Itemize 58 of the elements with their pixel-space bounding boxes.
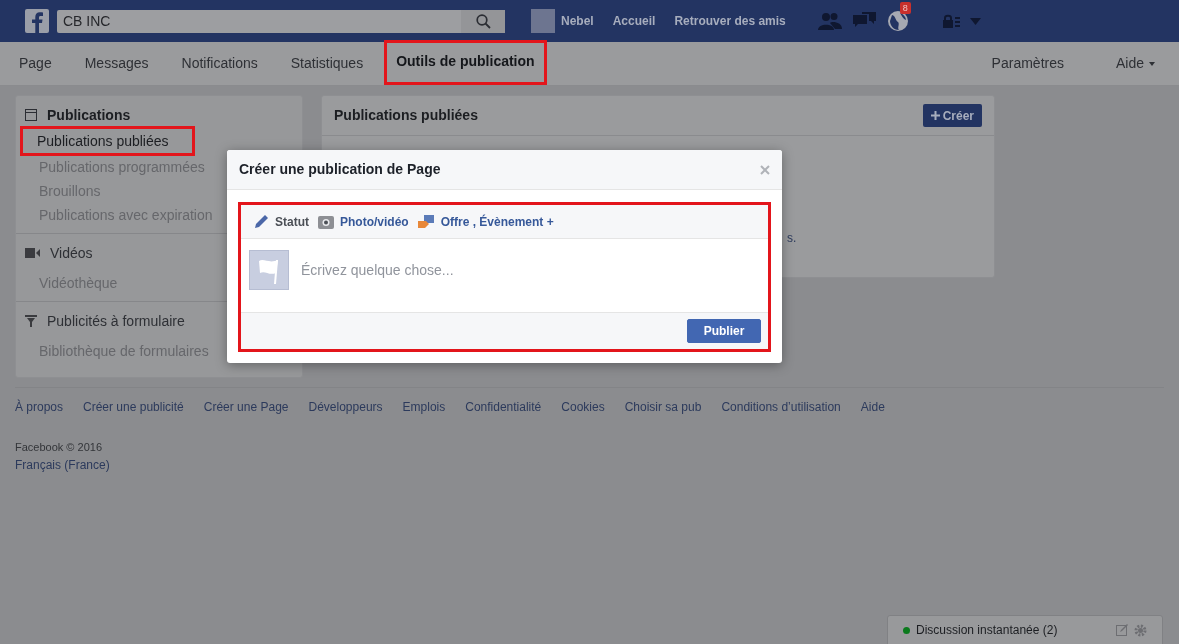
dialog-title: Créer une publication de Page: [239, 160, 441, 179]
search-field[interactable]: CB INC: [57, 9, 461, 33]
nav-link[interactable]: Retrouver des amis: [674, 12, 786, 30]
sidebar-item[interactable]: Publications publiées: [23, 129, 192, 153]
filter-icon: [25, 315, 37, 327]
chat-bar[interactable]: Discussion instantanée (2): [887, 615, 1163, 644]
publish-button[interactable]: Publier: [687, 319, 761, 343]
page-tab[interactable]: Outils de publication: [384, 40, 547, 85]
privacy-icon[interactable]: [942, 14, 961, 28]
page-tab[interactable]: Notifications: [181, 42, 258, 85]
calendar-icon: [25, 109, 37, 121]
page-tab[interactable]: Statistiques: [290, 42, 364, 85]
footer-link[interactable]: Conditions d’utilisation: [721, 398, 841, 416]
footer-link[interactable]: Emplois: [402, 398, 446, 416]
language-link[interactable]: Français (France): [15, 455, 110, 474]
plus-icon: [930, 111, 940, 120]
logo-icon: [25, 9, 49, 33]
notification-badge: 8: [899, 2, 911, 14]
settings-icon[interactable]: [1134, 623, 1147, 637]
footer-link[interactable]: Confidentialité: [465, 398, 542, 416]
video-camera-icon: [25, 248, 40, 258]
sidebar-section-title[interactable]: Vidéos: [50, 242, 93, 264]
post-input-field[interactable]: Écrivez quelque chose...: [301, 260, 760, 281]
create-button[interactable]: Créer: [922, 104, 982, 127]
footer-link[interactable]: Développeurs: [308, 398, 383, 416]
pencil-icon: [253, 213, 269, 230]
footer-link[interactable]: Créer une Page: [203, 398, 289, 416]
edit-icon[interactable]: [1116, 624, 1128, 636]
caret-icon[interactable]: [969, 17, 981, 25]
footer-link[interactable]: Aide: [860, 398, 885, 416]
chat-label: Discussion instantanée (2): [916, 622, 1059, 639]
footer-link[interactable]: Cookies: [561, 398, 605, 416]
help-menu-tab[interactable]: Aide: [1115, 42, 1155, 85]
user-name-link[interactable]: Nebel: [561, 12, 594, 30]
offer-icon: [417, 214, 435, 229]
avatar[interactable]: [531, 9, 555, 33]
messages-icon[interactable]: [852, 12, 876, 30]
composer-tab[interactable]: Statut: [253, 212, 309, 231]
friends-icon[interactable]: [817, 12, 842, 30]
close-icon[interactable]: [760, 164, 770, 175]
search-icon[interactable]: [461, 9, 505, 33]
camera-icon: [318, 214, 334, 229]
footer-link[interactable]: Créer une publicité: [83, 398, 184, 416]
card-title: Publications publiées: [334, 106, 478, 125]
page-tab[interactable]: Messages: [84, 42, 149, 85]
globe-icon[interactable]: [886, 10, 909, 32]
composer-tab[interactable]: Offre , Évènement +: [417, 212, 554, 231]
composer-tab[interactable]: Photo/vidéo: [318, 212, 409, 231]
sidebar-section-title[interactable]: Publications: [47, 104, 131, 126]
settings-tab[interactable]: Paramètres: [991, 42, 1064, 85]
page-flag-avatar: [249, 250, 289, 290]
footer-link[interactable]: Choisir sa pub: [624, 398, 702, 416]
footer-link[interactable]: À propos: [15, 398, 64, 416]
page-tab[interactable]: Page: [19, 42, 52, 85]
card-text: s.: [787, 231, 797, 245]
copyright-text: Facebook © 2016: [15, 440, 102, 455]
nav-link[interactable]: Accueil: [612, 12, 656, 30]
sidebar-section-title[interactable]: Publicités à formulaire: [47, 310, 185, 332]
